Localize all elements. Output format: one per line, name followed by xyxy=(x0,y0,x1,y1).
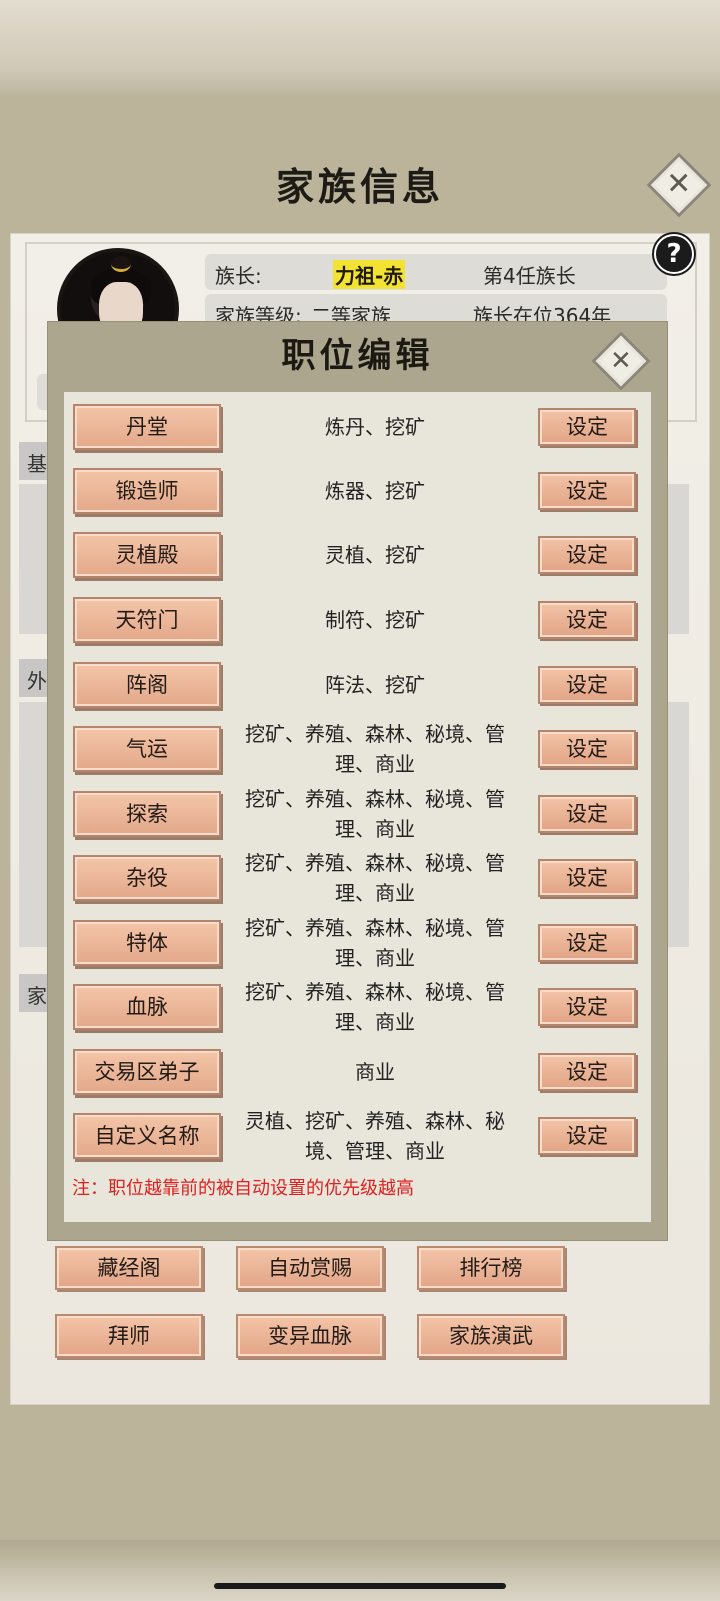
library-button[interactable]: 藏经阁 xyxy=(55,1246,203,1290)
position-name-button[interactable]: 特体 xyxy=(73,920,221,966)
position-row: 交易区弟子 商业 设定 xyxy=(64,1049,651,1109)
position-row: 特体 挖矿、养殖、森林、秘境、管理、商业 设定 xyxy=(64,916,651,980)
position-row: 自定义名称 灵植、挖矿、养殖、森林、秘境、管理、商业 设定 xyxy=(64,1109,651,1173)
set-button[interactable]: 设定 xyxy=(538,1117,636,1155)
close-icon: ✕ xyxy=(666,166,692,202)
home-indicator[interactable] xyxy=(214,1583,506,1589)
position-duties: 灵植、挖矿、养殖、森林、秘境、管理、商业 xyxy=(245,1109,505,1163)
position-list: 丹堂 炼丹、挖矿 设定 锻造师 炼器、挖矿 设定 灵植殿 灵植、挖矿 设定 天符… xyxy=(64,392,651,1222)
set-button[interactable]: 设定 xyxy=(538,472,636,510)
position-name-button[interactable]: 天符门 xyxy=(73,597,221,643)
bottom-decor-band xyxy=(0,1540,720,1601)
position-name-button[interactable]: 气运 xyxy=(73,726,221,772)
position-duties: 挖矿、养殖、森林、秘境、管理、商业 xyxy=(245,722,505,776)
position-row: 天符门 制符、挖矿 设定 xyxy=(64,597,651,657)
position-name-button[interactable]: 灵植殿 xyxy=(73,532,221,578)
position-duties: 灵植、挖矿 xyxy=(325,543,425,567)
leader-name[interactable]: 力祖-赤 xyxy=(333,260,406,289)
set-button[interactable]: 设定 xyxy=(538,536,636,574)
set-button[interactable]: 设定 xyxy=(538,601,636,639)
position-row: 锻造师 炼器、挖矿 设定 xyxy=(64,468,651,528)
set-button[interactable]: 设定 xyxy=(538,666,636,704)
position-row: 阵阁 阵法、挖矿 设定 xyxy=(64,662,651,722)
position-name-button[interactable]: 阵阁 xyxy=(73,662,221,708)
set-button[interactable]: 设定 xyxy=(538,1053,636,1091)
leaderboard-button[interactable]: 排行榜 xyxy=(417,1246,565,1290)
top-decor-band xyxy=(0,0,720,100)
position-duties: 商业 xyxy=(355,1060,395,1084)
set-button[interactable]: 设定 xyxy=(538,795,636,833)
apprentice-button[interactable]: 拜师 xyxy=(55,1314,203,1358)
position-edit-modal: 职位编辑 ✕ 丹堂 炼丹、挖矿 设定 锻造师 炼器、挖矿 设定 灵植殿 灵植、挖… xyxy=(48,322,667,1240)
position-duties: 制符、挖矿 xyxy=(325,608,425,632)
position-name-button[interactable]: 探索 xyxy=(73,791,221,837)
modal-title: 职位编辑 xyxy=(281,336,434,376)
priority-note: 注：职位越靠前的被自动设置的优先级越高 xyxy=(72,1178,414,1199)
help-button[interactable]: ? xyxy=(654,234,694,274)
set-button[interactable]: 设定 xyxy=(538,924,636,962)
position-row: 杂役 挖矿、养殖、森林、秘境、管理、商业 设定 xyxy=(64,851,651,915)
position-name-button[interactable]: 丹堂 xyxy=(73,404,221,450)
leader-order: 第4任族长 xyxy=(483,264,576,288)
position-duties: 炼器、挖矿 xyxy=(325,479,425,503)
position-duties: 挖矿、养殖、森林、秘境、管理、商业 xyxy=(245,916,505,970)
clan-sparring-button[interactable]: 家族演武 xyxy=(417,1314,565,1358)
set-button[interactable]: 设定 xyxy=(538,730,636,768)
mutated-bloodline-button[interactable]: 变异血脉 xyxy=(236,1314,384,1358)
position-duties: 挖矿、养殖、森林、秘境、管理、商业 xyxy=(245,980,505,1034)
avatar-hair-knot xyxy=(111,256,131,272)
position-row: 灵植殿 灵植、挖矿 设定 xyxy=(64,532,651,592)
set-button[interactable]: 设定 xyxy=(538,408,636,446)
position-duties: 炼丹、挖矿 xyxy=(325,415,425,439)
position-name-button[interactable]: 交易区弟子 xyxy=(73,1049,221,1095)
position-duties: 阵法、挖矿 xyxy=(325,673,425,697)
position-row: 探索 挖矿、养殖、森林、秘境、管理、商业 设定 xyxy=(64,787,651,851)
position-row: 血脉 挖矿、养殖、森林、秘境、管理、商业 设定 xyxy=(64,980,651,1044)
page-title: 家族信息 xyxy=(275,164,444,209)
position-row: 丹堂 炼丹、挖矿 设定 xyxy=(64,404,651,464)
position-name-button[interactable]: 自定义名称 xyxy=(73,1113,221,1159)
auto-reward-button[interactable]: 自动赏赐 xyxy=(236,1246,384,1290)
position-name-button[interactable]: 血脉 xyxy=(73,984,221,1030)
position-name-button[interactable]: 杂役 xyxy=(73,855,221,901)
position-duties: 挖矿、养殖、森林、秘境、管理、商业 xyxy=(245,787,505,841)
position-duties: 挖矿、养殖、森林、秘境、管理、商业 xyxy=(245,851,505,905)
leader-row: 族长: 力祖-赤 第4任族长 xyxy=(205,254,667,290)
help-icon: ? xyxy=(666,239,682,269)
leader-label: 族长: xyxy=(215,264,262,288)
position-row: 气运 挖矿、养殖、森林、秘境、管理、商业 设定 xyxy=(64,722,651,786)
close-icon: ✕ xyxy=(610,345,632,376)
position-name-button[interactable]: 锻造师 xyxy=(73,468,221,514)
set-button[interactable]: 设定 xyxy=(538,859,636,897)
set-button[interactable]: 设定 xyxy=(538,988,636,1026)
